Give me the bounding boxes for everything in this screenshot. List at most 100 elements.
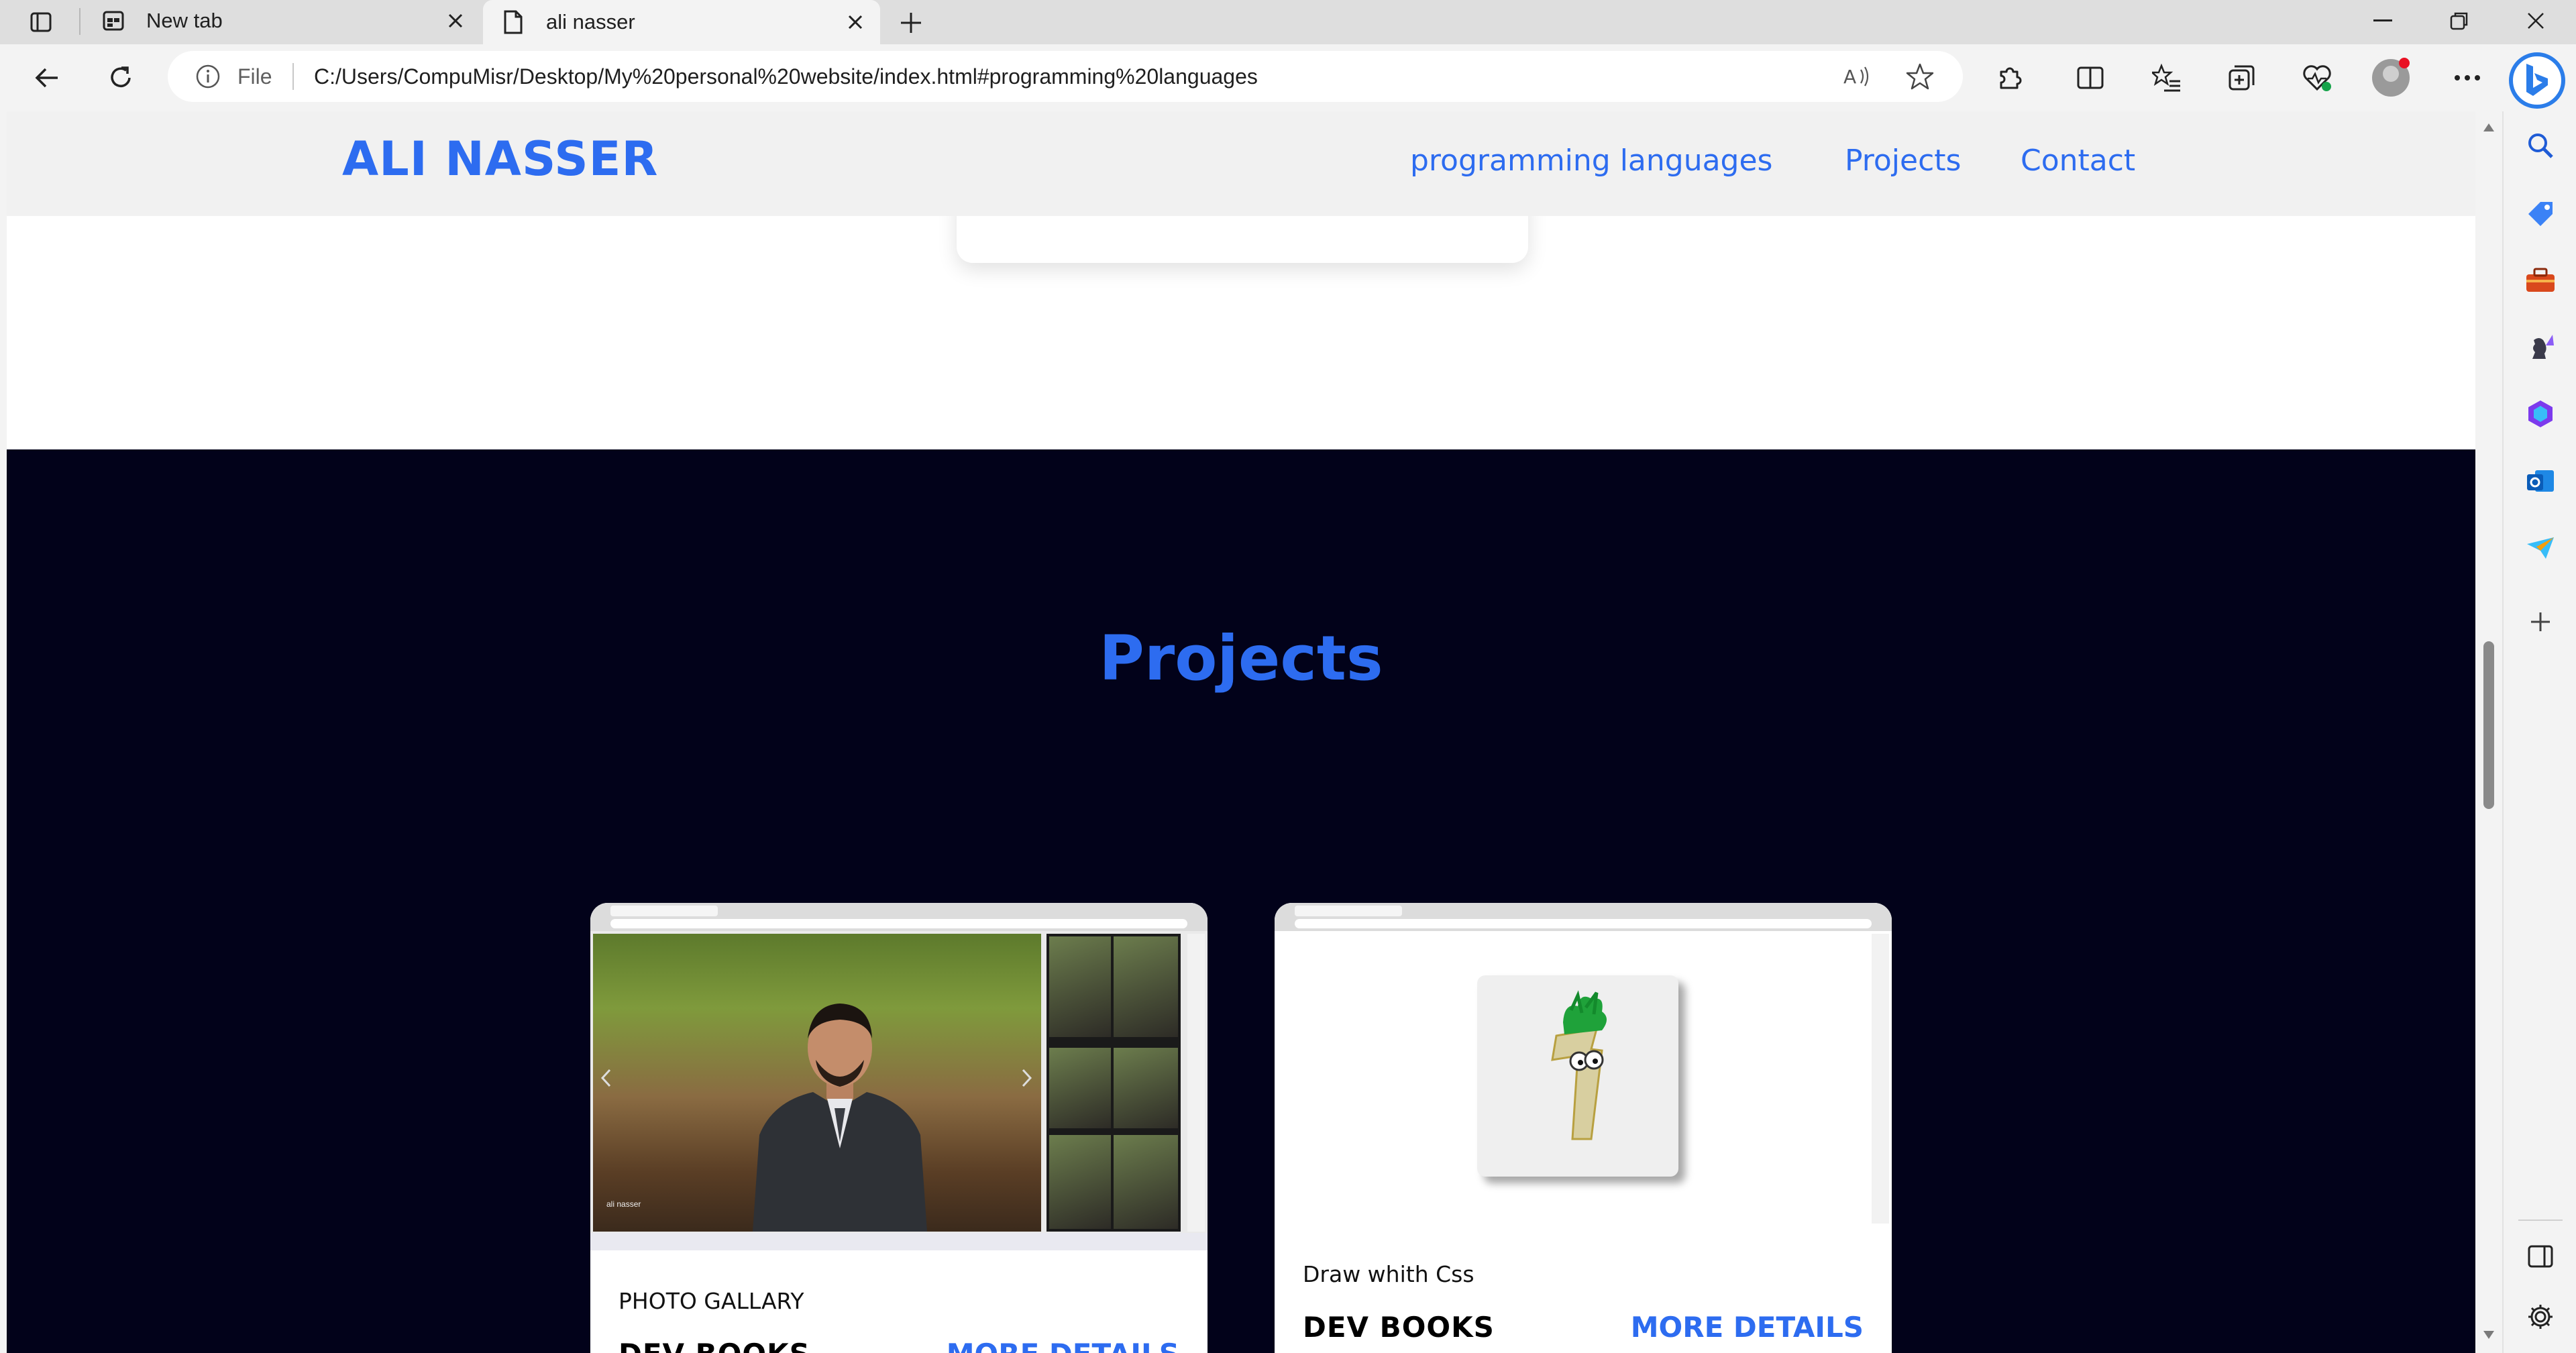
sidebar-add-button[interactable]: [2522, 604, 2559, 640]
new-tab-button[interactable]: [892, 4, 930, 42]
sidebar-separator: [2518, 1220, 2563, 1221]
more-details-link[interactable]: MORE DETAILS: [947, 1338, 1179, 1353]
plus-icon: [901, 13, 921, 33]
tab-title: ali nasser: [546, 10, 635, 34]
site-header: ALI NASSER programming languages Project…: [7, 111, 2475, 216]
outlook-icon: [2527, 470, 2554, 492]
paper-plane-icon: [2527, 537, 2554, 559]
mini-browser-sidebar: [1872, 934, 1889, 1224]
favorites-list-icon: [2152, 64, 2180, 92]
scheme-label: File: [237, 64, 272, 89]
sidebar-hide-button[interactable]: [2522, 1238, 2559, 1275]
extensions-button[interactable]: [1990, 58, 2030, 98]
projects-section: Projects ali nasser PHOTO GALLARY Draw w…: [7, 449, 2475, 1353]
mini-browser-chrome: [590, 903, 1208, 931]
mini-browser-sidebar: [1187, 934, 1205, 1232]
sidebar-outlook-button[interactable]: [2522, 463, 2559, 499]
notification-dot: [2399, 58, 2410, 68]
page-scrollbar[interactable]: [2475, 111, 2502, 1353]
scroll-up-arrow-icon[interactable]: [2482, 121, 2496, 134]
copilot-button[interactable]: [2509, 52, 2565, 109]
back-arrow-icon: [35, 68, 58, 88]
read-aloud-icon[interactable]: A: [1841, 60, 1873, 93]
url-text[interactable]: C:/Users/CompuMisr/Desktop/My%20personal…: [314, 64, 1258, 89]
address-bar[interactable]: File C:/Users/CompuMisr/Desktop/My%20per…: [168, 51, 1963, 102]
info-icon[interactable]: [195, 63, 221, 90]
nav-link-contact[interactable]: Contact: [2021, 144, 2135, 178]
project-card-draw-css: Draw whith Css DEV BOOKS MORE DETAILS: [1275, 903, 1892, 1353]
refresh-button[interactable]: [101, 58, 141, 98]
restore-button[interactable]: [2422, 0, 2497, 42]
gallery-main-photo: ali nasser: [593, 934, 1041, 1232]
refresh-icon: [111, 66, 131, 87]
restore-icon: [2450, 12, 2468, 30]
site-brand[interactable]: ALI NASSER: [342, 131, 658, 186]
chevron-right-icon: [1022, 1069, 1032, 1087]
minimize-button[interactable]: [2345, 0, 2420, 42]
tab-strip: New tab ali nasser: [0, 0, 2576, 44]
favorite-star-icon[interactable]: [1904, 60, 1936, 93]
toolbox-icon: [2526, 268, 2555, 292]
css-drawing-box: [1477, 975, 1678, 1177]
collections-button[interactable]: [2222, 58, 2262, 98]
tab-actions-button[interactable]: [12, 5, 70, 39]
sidebar-toggle-icon: [2528, 1245, 2553, 1268]
tab-divider: [79, 8, 80, 35]
split-screen-button[interactable]: [2070, 58, 2110, 98]
cartoon-character-drawing: [1551, 990, 1607, 1140]
tab-actions-icon: [30, 12, 52, 32]
sidebar-copilot-button[interactable]: [2522, 396, 2559, 432]
sidebar-tools-button[interactable]: [2522, 262, 2559, 298]
collections-icon: [2229, 65, 2255, 91]
favorites-button[interactable]: [2147, 58, 2187, 98]
projects-heading: Projects: [1099, 623, 1383, 694]
scroll-down-arrow-icon[interactable]: [2482, 1328, 2496, 1342]
address-separator: [292, 63, 294, 90]
gear-icon: [2528, 1305, 2553, 1329]
nav-link-programming-languages[interactable]: programming languages: [1410, 144, 1772, 178]
tab-ali-nasser[interactable]: ali nasser: [483, 0, 880, 44]
edge-sidebar: [2502, 111, 2576, 1353]
sidebar-drop-button[interactable]: [2522, 530, 2559, 566]
sidebar-shopping-button[interactable]: [2522, 195, 2559, 231]
project-screenshot: [1275, 903, 1892, 1224]
minimize-icon: [2373, 19, 2392, 21]
person-photo: [753, 1004, 927, 1232]
tab-new-tab[interactable]: New tab: [83, 0, 480, 42]
plus-icon: [2531, 612, 2550, 631]
mini-browser-chrome: [1275, 903, 1892, 931]
document-icon: [498, 7, 529, 38]
puzzle-icon: [2000, 67, 2022, 89]
project-card-photo-gallery: ali nasser PHOTO GALLARY DEV BOOKS MORE …: [590, 903, 1208, 1353]
close-icon[interactable]: [840, 7, 871, 38]
project-screenshot: ali nasser: [590, 903, 1208, 1250]
more-dots-icon: [2455, 75, 2480, 80]
sidebar-settings-button[interactable]: [2522, 1299, 2559, 1335]
sidebar-games-button[interactable]: [2522, 329, 2559, 365]
close-icon[interactable]: [440, 5, 471, 36]
scroll-thumb[interactable]: [2483, 641, 2494, 809]
back-button[interactable]: [27, 58, 67, 98]
close-icon: [2528, 13, 2544, 29]
chevron-left-icon: [600, 1069, 611, 1087]
browser-essentials-button[interactable]: [2297, 58, 2337, 98]
tab-title: New tab: [146, 9, 223, 32]
project-description: PHOTO GALLARY: [619, 1288, 804, 1314]
more-details-link[interactable]: MORE DETAILS: [1631, 1311, 1864, 1344]
svg-text:A: A: [1843, 66, 1856, 88]
settings-more-button[interactable]: [2447, 58, 2487, 98]
gallery-caption: ali nasser: [606, 1199, 641, 1209]
project-title: DEV BOOKS: [619, 1338, 810, 1353]
search-icon: [2528, 133, 2553, 158]
split-screen-icon: [2077, 66, 2104, 89]
mini-taskbar: [590, 1233, 1208, 1250]
bing-logo-icon: [2526, 64, 2548, 96]
browser-toolbar: File C:/Users/CompuMisr/Desktop/My%20per…: [0, 44, 2576, 111]
project-description: Draw whith Css: [1303, 1261, 1474, 1287]
nav-link-projects[interactable]: Projects: [1845, 144, 1961, 178]
sidebar-search-button[interactable]: [2522, 127, 2559, 164]
close-window-button[interactable]: [2498, 0, 2573, 42]
heart-pulse-icon: [2303, 65, 2331, 91]
shopping-tag-icon: [2528, 202, 2553, 226]
chess-piece-icon: [2532, 335, 2554, 359]
